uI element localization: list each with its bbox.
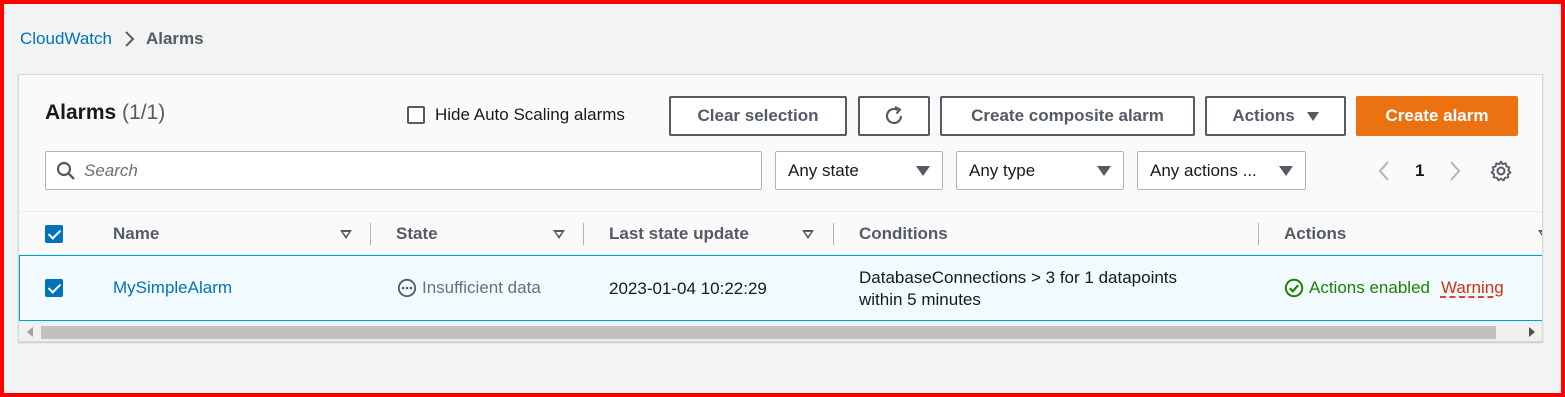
create-composite-alarm-button[interactable]: Create composite alarm <box>940 96 1195 136</box>
hide-autoscaling-toggle[interactable]: Hide Auto Scaling alarms <box>407 105 625 125</box>
refresh-icon <box>885 106 903 125</box>
page-title: Alarms (1/1) <box>45 101 165 125</box>
column-divider[interactable] <box>370 223 371 245</box>
table-row[interactable]: MySimpleAlarm Insufficient data 2023-01-… <box>19 255 1542 321</box>
page-number[interactable]: 1 <box>1415 161 1424 181</box>
hide-autoscaling-label: Hide Auto Scaling alarms <box>435 105 625 124</box>
row-select-checkbox[interactable] <box>45 279 63 297</box>
next-page-icon[interactable] <box>1448 160 1462 182</box>
column-header-last-state-update[interactable]: Last state update <box>609 212 749 256</box>
state-filter-value: Any state <box>788 160 859 180</box>
conditions-line-1: DatabaseConnections > 3 for 1 datapoints <box>859 268 1178 287</box>
column-header-name[interactable]: Name <box>113 212 159 256</box>
sort-icon[interactable] <box>553 230 565 239</box>
actions-enabled-text: Actions enabled <box>1309 278 1430 297</box>
table-header: Name State Last state update Conditions … <box>19 211 1542 256</box>
caret-down-icon <box>1097 165 1111 176</box>
actions-dropdown-label: Actions <box>1232 106 1295 125</box>
alarm-count: (1/1) <box>122 101 166 124</box>
caret-down-icon <box>1306 111 1319 121</box>
column-divider[interactable] <box>1258 223 1259 245</box>
search-input[interactable] <box>84 160 734 181</box>
breadcrumb-cloudwatch-link[interactable]: CloudWatch <box>20 29 112 49</box>
column-divider[interactable] <box>583 223 584 245</box>
actions-filter-select[interactable]: Any actions ... <box>1137 151 1306 190</box>
caret-down-icon <box>916 165 930 176</box>
sort-icon[interactable] <box>1538 230 1542 239</box>
search-box <box>45 151 762 190</box>
actions-dropdown-button[interactable]: Actions <box>1205 96 1346 136</box>
horizontal-scrollbar[interactable] <box>19 321 1542 341</box>
create-alarm-button[interactable]: Create alarm <box>1356 96 1518 136</box>
pagination: 1 <box>1377 158 1462 184</box>
scroll-right-icon[interactable] <box>1529 327 1535 337</box>
scrollbar-thumb[interactable] <box>41 326 1496 339</box>
gear-icon[interactable] <box>1489 159 1513 183</box>
check-circle-icon <box>1284 278 1304 298</box>
state-filter-select[interactable]: Any state <box>775 151 943 190</box>
title-text: Alarms <box>45 101 117 124</box>
alarm-name-link[interactable]: MySimpleAlarm <box>113 278 232 298</box>
alarm-actions-status: Actions enabled Warning <box>1284 278 1504 298</box>
hide-autoscaling-checkbox[interactable] <box>407 106 425 124</box>
select-all-checkbox[interactable] <box>45 225 63 243</box>
previous-page-icon[interactable] <box>1377 160 1391 182</box>
alarm-state-text: Insufficient data <box>422 278 541 297</box>
sort-icon[interactable] <box>802 230 814 239</box>
column-header-actions: Actions <box>1284 224 1347 243</box>
alarms-panel: Alarms (1/1) Hide Auto Scaling alarms Cl… <box>18 74 1543 342</box>
warning-link[interactable]: Warning <box>1441 278 1504 298</box>
sort-icon[interactable] <box>340 230 352 239</box>
type-filter-select[interactable]: Any type <box>956 151 1124 190</box>
insufficient-data-icon <box>397 278 417 298</box>
conditions-line-2: within 5 minutes <box>859 290 981 309</box>
clear-selection-button[interactable]: Clear selection <box>669 96 847 136</box>
column-divider[interactable] <box>833 223 834 245</box>
alarm-conditions: DatabaseConnections > 3 for 1 datapoints… <box>859 267 1177 311</box>
alarm-state: Insufficient data <box>397 278 541 298</box>
last-state-update: 2023-01-04 10:22:29 <box>609 279 767 298</box>
refresh-button[interactable] <box>858 96 930 136</box>
column-header-state[interactable]: State <box>396 212 438 256</box>
column-header-conditions: Conditions <box>859 224 948 243</box>
breadcrumb-current: Alarms <box>145 29 204 48</box>
caret-down-icon <box>1279 165 1293 176</box>
type-filter-value: Any type <box>969 160 1036 180</box>
alarms-panel-header: Alarms (1/1) Hide Auto Scaling alarms Cl… <box>19 75 1542 211</box>
search-icon <box>56 161 76 181</box>
actions-filter-value: Any actions ... <box>1150 160 1257 180</box>
breadcrumb: CloudWatch Alarms <box>20 29 204 49</box>
chevron-right-icon <box>112 29 146 49</box>
scroll-left-icon[interactable] <box>27 327 33 337</box>
